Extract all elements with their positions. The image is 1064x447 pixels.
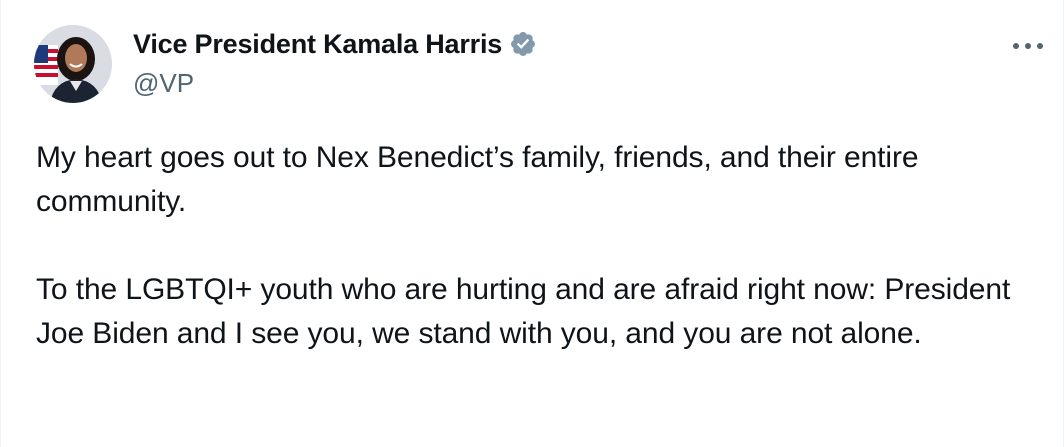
profile-photo xyxy=(34,25,112,103)
more-horizontal-icon xyxy=(1013,43,1043,49)
author-display-name[interactable]: Vice President Kamala Harris xyxy=(133,29,502,60)
tweet-paragraph: My heart goes out to Nex Benedict’s fami… xyxy=(36,141,919,218)
tweet-paragraph: To the LGBTQI+ youth who are hurting and… xyxy=(36,273,1011,350)
tweet-card: Vice President Kamala Harris @VP My hear… xyxy=(0,0,1064,447)
more-options-button[interactable] xyxy=(1008,32,1048,60)
author-avatar[interactable] xyxy=(34,25,112,103)
verified-badge-icon xyxy=(509,30,537,58)
author-name-row: Vice President Kamala Harris xyxy=(133,27,537,61)
tweet-text: My heart goes out to Nex Benedict’s fami… xyxy=(36,136,1036,356)
author-handle[interactable]: @VP xyxy=(133,68,194,99)
